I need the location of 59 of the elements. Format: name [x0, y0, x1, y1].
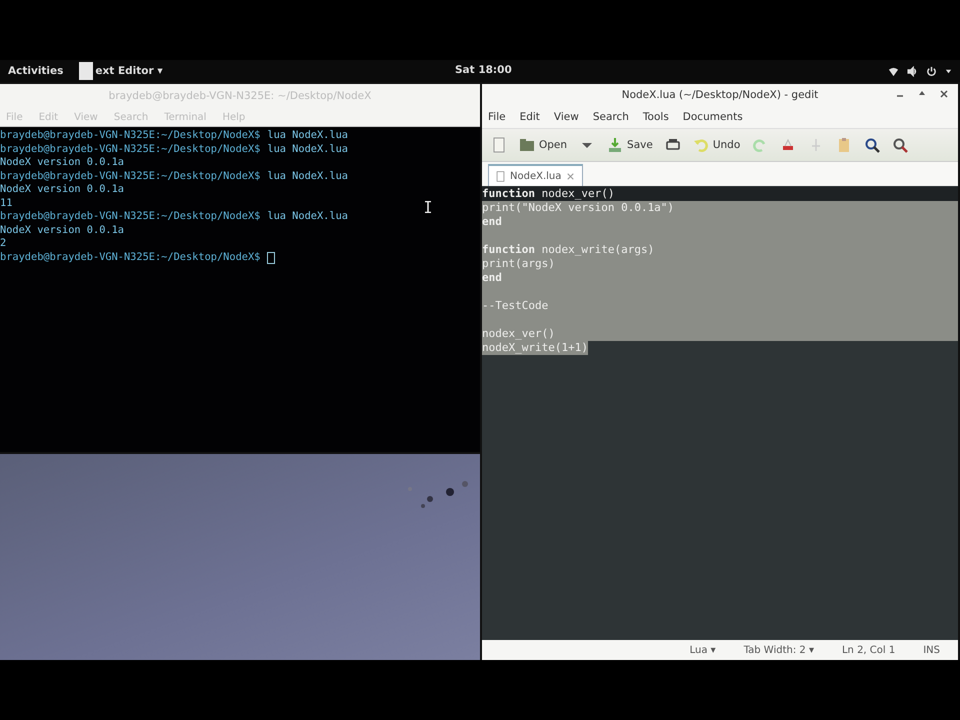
terminal-command: lua NodeX.lua	[267, 129, 348, 142]
cursor-position: Ln 2, Col 1	[842, 644, 896, 656]
code-line: end	[482, 271, 502, 285]
menu-item[interactable]: Tools	[642, 111, 669, 123]
menu-item[interactable]: File	[488, 111, 506, 123]
save-icon	[607, 137, 624, 153]
terminal-prompt: braydeb@braydeb-VGN-N325E:~/Desktop/NodeX$	[0, 250, 260, 264]
code-line: --TestCode	[482, 299, 548, 313]
find-replace-icon	[892, 137, 908, 153]
code-line: function nodex_write(args)	[482, 243, 654, 257]
terminal-prompt: braydeb@braydeb-VGN-N325E:~/Desktop/NodeX$	[0, 129, 260, 142]
language-selector[interactable]: Lua ▾	[690, 644, 716, 656]
code-line: print("NodeX version 0.0.1a")	[482, 201, 674, 215]
wifi-icon[interactable]	[888, 66, 899, 76]
menu-item[interactable]: View	[554, 111, 579, 123]
terminal-prompt: braydeb@braydeb-VGN-N325E:~/Desktop/NodeX$	[0, 210, 260, 224]
terminal-output: NodeX version 0.0.1a	[0, 183, 124, 196]
code-line: end	[482, 215, 502, 229]
window-title: braydeb@braydeb-VGN-N325E: ~/Desktop/NodeX	[0, 84, 480, 108]
text-cursor-icon	[425, 201, 431, 213]
terminal-prompt: braydeb@braydeb-VGN-N325E:~/Desktop/NodeX$	[0, 170, 260, 183]
terminal-prompt: braydeb@braydeb-VGN-N325E:~/Desktop/NodeX$	[0, 142, 260, 156]
code-line: print(args)	[482, 257, 555, 271]
code-line: nodex_ver()	[482, 327, 555, 341]
terminal-output: 11	[0, 196, 12, 210]
document-icon	[79, 62, 94, 80]
folder-icon	[519, 137, 535, 153]
clock[interactable]: Sat 18:00	[455, 64, 512, 76]
menu-item[interactable]: Search	[592, 111, 629, 123]
open-button[interactable]: Open	[516, 135, 570, 155]
document-icon	[495, 170, 506, 182]
code-editor[interactable]: function nodex_ver() print("NodeX version 0.0.1a") end function nodex_write(args) print(args) end --TestCode nodex_ver() nodeX_write(1+1)	[482, 186, 958, 640]
text-cursor	[267, 252, 276, 264]
terminal-output: NodeX version 0.0.1a	[0, 156, 124, 170]
document-tab[interactable]: NodeX.lua	[488, 164, 584, 186]
power-icon[interactable]	[926, 66, 937, 76]
printer-icon	[664, 137, 681, 153]
undo-button[interactable]: Undo	[690, 135, 744, 155]
maximize-icon[interactable]	[918, 90, 926, 98]
insert-mode: INS	[923, 644, 940, 656]
activities-button[interactable]: Activities	[8, 65, 64, 77]
terminal-output: NodeX version 0.0.1a	[0, 224, 124, 237]
terminal-command: lua NodeX.lua	[267, 142, 348, 156]
undo-arrow-icon	[692, 137, 709, 153]
terminal-command: lua NodeX.lua	[267, 210, 348, 224]
app-menu[interactable]: ext Editor ▾	[95, 65, 163, 77]
save-button[interactable]: Save	[604, 135, 656, 155]
terminal-output: 2	[0, 237, 6, 250]
volume-icon[interactable]	[907, 66, 918, 76]
menu-item[interactable]: Edit	[520, 111, 540, 123]
menu-item[interactable]: Documents	[682, 111, 743, 123]
caret-icon[interactable]	[945, 68, 952, 74]
terminal-command: lua NodeX.lua	[267, 170, 348, 183]
new-document-icon	[491, 137, 507, 153]
search-icon	[864, 137, 880, 153]
close-icon[interactable]	[940, 90, 948, 98]
tab-width-selector[interactable]: Tab Width: 2 ▾	[744, 644, 814, 656]
code-line: function nodex_ver()	[482, 187, 614, 201]
window-title: NodeX.lua (~/Desktop/NodeX) - gedit	[622, 89, 818, 101]
